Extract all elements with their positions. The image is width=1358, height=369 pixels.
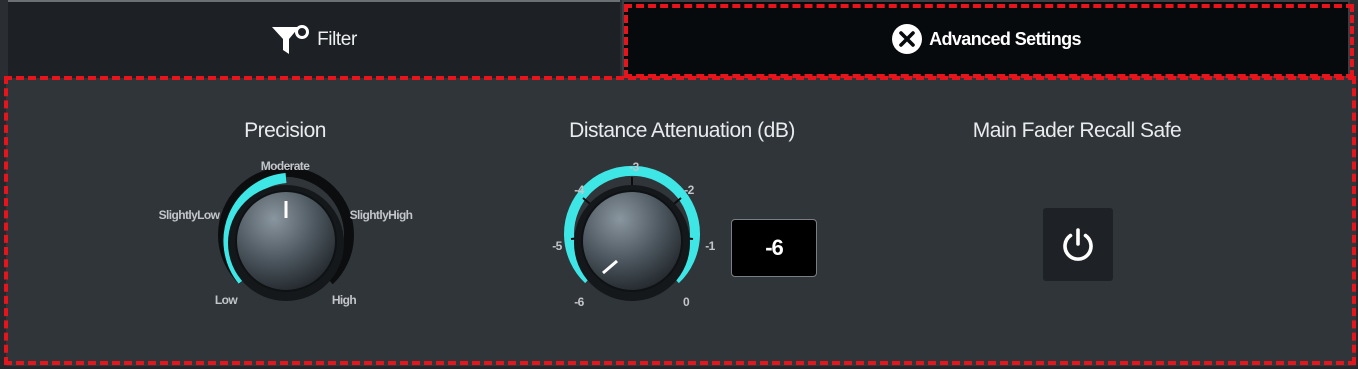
scale-label-minus-4: -4 <box>574 183 584 197</box>
precision-label-slightly-low: SlightlyLow <box>158 208 220 222</box>
distance-attenuation-title: Distance Attenuation (dB) <box>569 119 795 142</box>
tab-filter-label: Filter <box>317 29 357 50</box>
distance-attenuation-value[interactable]: -6 <box>731 219 817 277</box>
precision-knob[interactable] <box>205 165 365 305</box>
power-icon <box>1063 227 1093 261</box>
recall-safe-power-button[interactable] <box>1043 208 1113 281</box>
distance-attenuation-knob-cap <box>581 190 683 292</box>
scale-label-minus-3: -3 <box>629 160 639 174</box>
precision-label-slightly-high: SlightlyHigh <box>349 208 413 222</box>
precision-label-high: High <box>331 293 357 307</box>
scale-label-minus-6: -6 <box>574 295 584 309</box>
tab-advanced-settings-label: Advanced Settings <box>929 28 1081 49</box>
precision-title: Precision <box>244 119 326 142</box>
precision-label-low: Low <box>214 293 238 307</box>
recall-safe-title: Main Fader Recall Safe <box>972 119 1182 142</box>
precision-label-moderate: Moderate <box>260 159 310 173</box>
tab-bar: Filter Advanced Settings <box>0 0 1358 80</box>
close-circle-icon <box>892 24 923 54</box>
tab-filter[interactable]: Filter <box>8 0 620 78</box>
scale-label-minus-5: -5 <box>552 239 562 253</box>
scale-label-minus-1: -1 <box>705 239 715 253</box>
scale-label-minus-2: -2 <box>684 183 694 197</box>
scale-label-zero: 0 <box>682 295 690 309</box>
filter-icon <box>272 25 310 54</box>
tab-advanced-settings[interactable]: Advanced Settings <box>622 0 1350 78</box>
